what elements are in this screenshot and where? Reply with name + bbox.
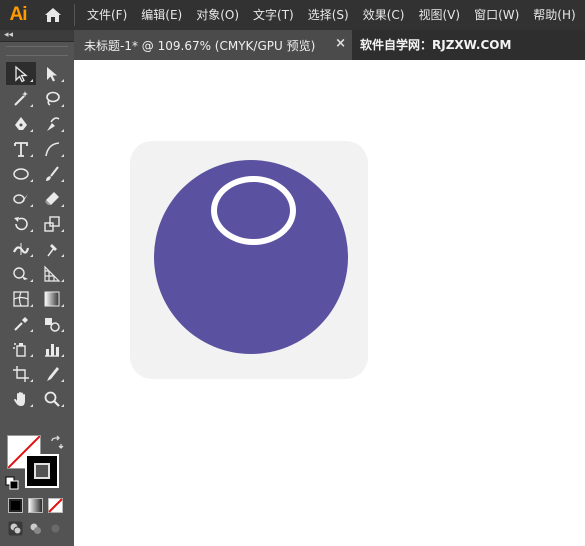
puppet-warp-tool-icon[interactable] [37, 237, 67, 260]
app-logo: Ai [9, 4, 28, 25]
rotate-tool-icon[interactable] [6, 212, 36, 235]
gradient-mode-icon[interactable] [28, 498, 43, 513]
zoom-tool-icon[interactable] [37, 387, 67, 410]
scale-tool-icon[interactable] [37, 212, 67, 235]
menu-file[interactable]: 文件(F) [81, 0, 135, 30]
canvas[interactable] [74, 60, 585, 546]
tools-panel: ◂◂ [0, 30, 74, 546]
blend-tool-icon[interactable] [37, 312, 67, 335]
draw-behind-icon[interactable] [28, 521, 43, 536]
eraser-tool-icon[interactable] [37, 187, 67, 210]
document-tab-label: 未标题-1* @ 109.67% (CMYK/GPU 预览) [84, 38, 316, 53]
menu-select[interactable]: 选择(S) [302, 0, 357, 30]
symbol-sprayer-tool-icon[interactable] [6, 337, 36, 360]
color-mode-icon[interactable] [8, 498, 23, 513]
stroke-swatch[interactable] [25, 454, 59, 488]
swap-fill-stroke-icon[interactable] [49, 435, 64, 450]
mesh-tool-icon[interactable] [6, 287, 36, 310]
eyedropper-tool-icon[interactable] [6, 312, 36, 335]
type-tool-icon[interactable] [6, 137, 36, 160]
paintbrush-tool-icon[interactable] [37, 162, 67, 185]
draw-normal-icon[interactable] [8, 521, 23, 536]
menu-object[interactable]: 对象(O) [190, 0, 247, 30]
gradient-tool-icon[interactable] [37, 287, 67, 310]
home-icon[interactable] [36, 0, 70, 30]
document-tab[interactable]: 未标题-1* @ 109.67% (CMYK/GPU 预览) × [74, 30, 352, 60]
artboard-tool-icon[interactable] [6, 362, 36, 385]
stroke-swatch-inner [34, 463, 50, 479]
line-segment-tool-icon[interactable] [37, 137, 67, 160]
close-icon[interactable]: × [335, 36, 346, 51]
pen-tool-icon[interactable] [6, 112, 36, 135]
white-ring-shape[interactable] [211, 176, 296, 245]
column-graph-tool-icon[interactable] [37, 337, 67, 360]
watermark-text: 软件自学网：RJZXW.COM [360, 38, 512, 52]
menu-edit[interactable]: 编辑(E) [135, 0, 190, 30]
default-fill-stroke-icon[interactable] [5, 476, 20, 491]
menu-divider [74, 4, 75, 26]
menu-view[interactable]: 视图(V) [412, 0, 468, 30]
draw-inside-icon[interactable] [48, 521, 63, 536]
none-mode-icon[interactable] [48, 498, 63, 513]
slice-tool-icon[interactable] [37, 362, 67, 385]
tools-panel-header: ◂◂ [0, 30, 74, 42]
shape-builder-tool-icon[interactable] [6, 262, 36, 285]
menu-window[interactable]: 窗口(W) [468, 0, 527, 30]
perspective-grid-tool-icon[interactable] [37, 262, 67, 285]
ellipse-tool-icon[interactable] [6, 162, 36, 185]
tab-bar: 未标题-1* @ 109.67% (CMYK/GPU 预览) × 软件自学网：R… [74, 30, 585, 60]
direct-selection-tool-icon[interactable] [37, 62, 67, 85]
menu-bar: Ai 文件(F) 编辑(E) 对象(O) 文字(T) 选择(S) 效果(C) 视… [0, 0, 585, 30]
curvature-tool-icon[interactable] [37, 112, 67, 135]
magic-wand-tool-icon[interactable] [6, 87, 36, 110]
selection-tool-icon[interactable] [6, 62, 36, 85]
menu-type[interactable]: 文字(T) [247, 0, 302, 30]
panel-grip[interactable] [6, 46, 68, 56]
menu-help[interactable]: 帮助(H) [527, 0, 583, 30]
collapse-icon[interactable]: ◂◂ [4, 31, 13, 40]
menu-effect[interactable]: 效果(C) [357, 0, 413, 30]
width-tool-icon[interactable] [6, 237, 36, 260]
lasso-tool-icon[interactable] [37, 87, 67, 110]
shaper-tool-icon[interactable] [6, 187, 36, 210]
hand-tool-icon[interactable] [6, 387, 36, 410]
